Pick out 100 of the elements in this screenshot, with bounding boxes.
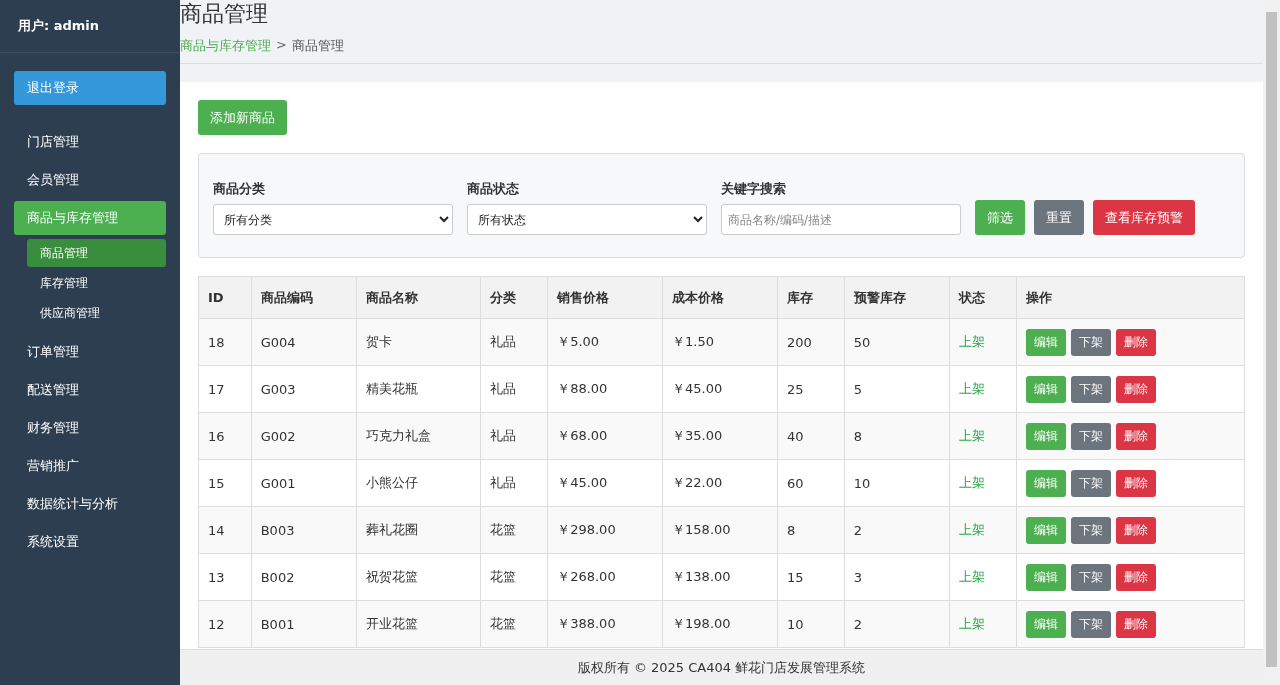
table-cell: 巧克力礼盒 bbox=[356, 412, 481, 460]
table-cell: ￥68.00 bbox=[547, 412, 663, 460]
table-cell: 8 bbox=[844, 412, 950, 460]
menu-item[interactable]: 财务管理 bbox=[14, 411, 166, 445]
column-header: ID bbox=[198, 276, 252, 319]
table-cell: 40 bbox=[777, 412, 845, 460]
action-button[interactable]: 下架 bbox=[1070, 469, 1111, 497]
field-label: 关键字搜索 bbox=[721, 180, 787, 198]
menu-item[interactable]: 营销推广 bbox=[14, 449, 166, 483]
status-cell: 上架 bbox=[949, 318, 1017, 366]
menu-item[interactable]: 订单管理 bbox=[14, 335, 166, 369]
action-button[interactable]: 删除 bbox=[1115, 375, 1156, 403]
action-button[interactable]: 删除 bbox=[1115, 422, 1156, 450]
table-cell: 200 bbox=[777, 318, 845, 366]
filter-button[interactable]: 查看库存预警 bbox=[1093, 200, 1195, 235]
table-cell: 礼品 bbox=[480, 318, 548, 366]
column-header: 操作 bbox=[1016, 276, 1245, 319]
table-cell: 小熊公仔 bbox=[356, 459, 481, 507]
table-cell: 10 bbox=[777, 600, 845, 648]
action-button[interactable]: 编辑 bbox=[1025, 610, 1066, 638]
action-button[interactable]: 编辑 bbox=[1025, 563, 1066, 591]
menu-item[interactable]: 门店管理 bbox=[14, 125, 166, 159]
table-cell: ￥198.00 bbox=[662, 600, 778, 648]
table-cell: 16 bbox=[198, 412, 252, 460]
table-cell: 花篮 bbox=[480, 506, 548, 554]
menu-item[interactable]: 商品与库存管理 bbox=[14, 201, 166, 235]
menu-item[interactable]: 配送管理 bbox=[14, 373, 166, 407]
table-cell: ￥1.50 bbox=[662, 318, 778, 366]
table-cell: 8 bbox=[777, 506, 845, 554]
action-button[interactable]: 删除 bbox=[1115, 516, 1156, 544]
breadcrumb-link[interactable]: 商品与库存管理 bbox=[180, 37, 271, 55]
menu-item[interactable]: 会员管理 bbox=[14, 163, 166, 197]
column-header: 分类 bbox=[480, 276, 548, 319]
field-label: 商品分类 bbox=[213, 180, 266, 198]
table-cell: G003 bbox=[251, 365, 357, 413]
table-cell: 17 bbox=[198, 365, 252, 413]
select-field[interactable]: 所有状态 bbox=[467, 204, 707, 235]
table-cell: 14 bbox=[198, 506, 252, 554]
action-button[interactable]: 下架 bbox=[1070, 516, 1111, 544]
column-header: 销售价格 bbox=[547, 276, 663, 319]
breadcrumb-separator: > bbox=[276, 37, 287, 54]
scrollbar-thumb[interactable] bbox=[1266, 12, 1277, 667]
action-button[interactable]: 下架 bbox=[1070, 422, 1111, 450]
action-button[interactable]: 删除 bbox=[1115, 563, 1156, 591]
table-cell: 贺卡 bbox=[356, 318, 481, 366]
table-cell: ￥158.00 bbox=[662, 506, 778, 554]
table-cell: 3 bbox=[844, 553, 950, 601]
table-cell: 18 bbox=[198, 318, 252, 366]
column-header: 商品编码 bbox=[251, 276, 357, 319]
breadcrumb-current: 商品管理 bbox=[291, 37, 344, 55]
column-header: 状态 bbox=[949, 276, 1017, 319]
menu-item[interactable]: 系统设置 bbox=[14, 525, 166, 559]
table-cell: 祝贺花篮 bbox=[356, 553, 481, 601]
table-cell: ￥45.00 bbox=[547, 459, 663, 507]
action-button[interactable]: 编辑 bbox=[1025, 375, 1066, 403]
select-field[interactable]: 所有分类 bbox=[213, 204, 453, 235]
table-cell: 13 bbox=[198, 553, 252, 601]
table-cell: B001 bbox=[251, 600, 357, 648]
column-header: 库存 bbox=[777, 276, 845, 319]
action-button[interactable]: 编辑 bbox=[1025, 469, 1066, 497]
submenu-item[interactable]: 商品管理 bbox=[27, 239, 166, 267]
search-field[interactable]: 商品名称/编码/描述 bbox=[721, 204, 961, 235]
submenu-item[interactable]: 供应商管理 bbox=[27, 299, 166, 327]
table-cell: 礼品 bbox=[480, 412, 548, 460]
status-cell: 上架 bbox=[949, 506, 1017, 554]
table-cell: 花篮 bbox=[480, 553, 548, 601]
footer-text: 版权所有 © 2025 CA404 鲜花门店发展管理系统 bbox=[180, 649, 1263, 685]
menu-item[interactable]: 数据统计与分析 bbox=[14, 487, 166, 521]
action-button[interactable]: 下架 bbox=[1070, 563, 1111, 591]
status-cell: 上架 bbox=[949, 600, 1017, 648]
action-button[interactable]: 删除 bbox=[1115, 328, 1156, 356]
status-cell: 上架 bbox=[949, 412, 1017, 460]
add-product-button[interactable]: 添加新商品 bbox=[198, 100, 287, 135]
table-cell: ￥35.00 bbox=[662, 412, 778, 460]
filter-button[interactable]: 筛选 bbox=[975, 200, 1025, 235]
table-cell: 50 bbox=[844, 318, 950, 366]
action-button[interactable]: 删除 bbox=[1115, 469, 1156, 497]
column-header: 成本价格 bbox=[662, 276, 778, 319]
filter-button[interactable]: 重置 bbox=[1034, 200, 1084, 235]
table-cell: 葬礼花圈 bbox=[356, 506, 481, 554]
action-button[interactable]: 下架 bbox=[1070, 375, 1111, 403]
action-button[interactable]: 编辑 bbox=[1025, 516, 1066, 544]
submenu-item[interactable]: 库存管理 bbox=[27, 269, 166, 297]
action-button[interactable]: 编辑 bbox=[1025, 328, 1066, 356]
status-cell: 上架 bbox=[949, 365, 1017, 413]
table-cell: B002 bbox=[251, 553, 357, 601]
action-button[interactable]: 下架 bbox=[1070, 610, 1111, 638]
table-cell: 开业花篮 bbox=[356, 600, 481, 648]
action-button[interactable]: 删除 bbox=[1115, 610, 1156, 638]
action-button[interactable]: 编辑 bbox=[1025, 422, 1066, 450]
table-cell: ￥268.00 bbox=[547, 553, 663, 601]
table-cell: 礼品 bbox=[480, 365, 548, 413]
status-cell: 上架 bbox=[949, 459, 1017, 507]
table-cell: G002 bbox=[251, 412, 357, 460]
logout-button[interactable]: 退出登录 bbox=[14, 71, 166, 105]
page-title: 商品管理 bbox=[180, 0, 269, 28]
action-button[interactable]: 下架 bbox=[1070, 328, 1111, 356]
field-label: 商品状态 bbox=[467, 180, 520, 198]
table-cell: ￥22.00 bbox=[662, 459, 778, 507]
table-cell: B003 bbox=[251, 506, 357, 554]
